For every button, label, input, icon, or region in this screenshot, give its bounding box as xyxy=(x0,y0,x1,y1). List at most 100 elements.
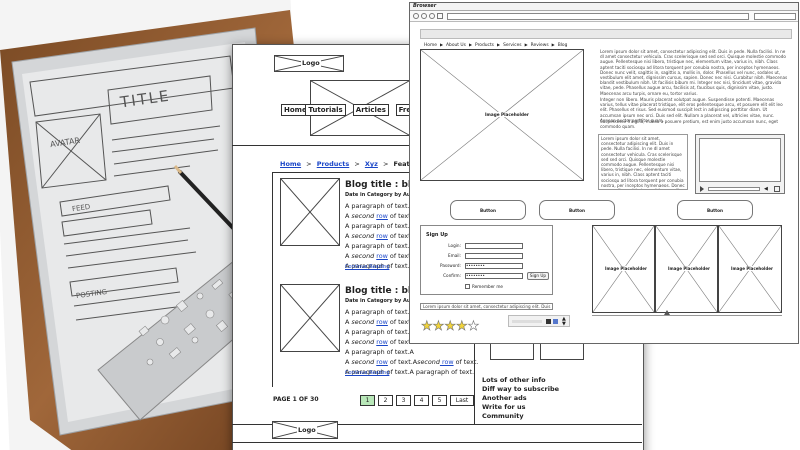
password-label: Password: xyxy=(440,263,461,268)
inline-link[interactable]: row xyxy=(376,252,388,260)
sidebar-item[interactable]: Lots of other info xyxy=(482,376,546,384)
star-rating[interactable]: ★★★★★ xyxy=(421,315,480,335)
nav-arrow-icon: ▶ xyxy=(496,42,501,47)
sidebar-item[interactable]: Write for us xyxy=(482,403,526,411)
sidebar-divider xyxy=(474,344,475,424)
nav-arrow-icon: ▶ xyxy=(468,42,473,47)
star-icon[interactable]: ★ xyxy=(421,319,433,335)
inline-link[interactable]: row xyxy=(376,318,388,326)
post-paragraph-line: A paragraph of text.A xyxy=(345,348,414,356)
content-left-rule xyxy=(272,172,273,387)
logo-top: Logo xyxy=(274,55,344,72)
inline-link[interactable]: row xyxy=(376,232,388,240)
star-icon[interactable]: ★ xyxy=(444,319,456,335)
signup-submit-button[interactable]: Sign Up xyxy=(527,272,549,280)
dm-button-1[interactable]: Button xyxy=(450,200,526,220)
video-progress-bar[interactable] xyxy=(708,187,760,191)
back-icon[interactable] xyxy=(413,13,419,19)
gallery-image-2: Image Placeholder xyxy=(655,225,718,313)
breadcrumb-sep: > xyxy=(382,160,389,168)
star-icon[interactable]: ★ xyxy=(467,319,479,335)
site-nav-item[interactable]: About Us xyxy=(446,43,466,48)
continue-reading-link[interactable]: Continue Reading xyxy=(345,264,389,270)
sidebar-item[interactable]: Diff way to subscribe xyxy=(482,385,559,393)
login-input[interactable] xyxy=(465,243,523,249)
email-label: Email: xyxy=(447,253,461,258)
pagination-item[interactable]: 2 xyxy=(378,395,393,406)
site-nav-item[interactable]: Services xyxy=(503,43,522,48)
post-paragraph-line: A second row of text.A xyxy=(345,338,417,346)
content-rule xyxy=(272,172,412,173)
emphasis-text: second xyxy=(351,252,375,260)
address-bar[interactable] xyxy=(447,13,749,20)
breadcrumb: Home > Products > Xyz > Features xyxy=(280,160,426,168)
bottom-text-field[interactable]: Lorem ipsum dolor sit amet, consectetur … xyxy=(420,303,553,310)
star-icon[interactable]: ★ xyxy=(432,319,444,335)
pagination-current[interactable]: 1 xyxy=(360,395,375,406)
login-label: Login: xyxy=(448,243,461,248)
footer-bottom-rule xyxy=(232,442,642,443)
inline-link[interactable]: row xyxy=(376,212,388,220)
sidebar-thumb-2 xyxy=(540,344,584,360)
continue-reading-link[interactable]: Continue Reading xyxy=(345,370,389,376)
email-input[interactable] xyxy=(465,253,523,259)
nav-tab[interactable]: Tutorials xyxy=(305,104,346,116)
home-icon[interactable] xyxy=(437,13,443,19)
breadcrumb-home[interactable]: Home xyxy=(280,160,301,168)
browser-toolbar xyxy=(410,11,798,22)
fullscreen-icon[interactable] xyxy=(774,186,780,192)
hero-image-label: Image Placeholder xyxy=(485,112,529,117)
post-image-placeholder xyxy=(280,284,340,352)
logo-bottom: Logo xyxy=(272,421,338,439)
pagination-item[interactable]: Last xyxy=(450,395,474,406)
star-icon[interactable]: ★ xyxy=(456,319,468,335)
pagination-item[interactable]: 5 xyxy=(432,395,447,406)
inline-link[interactable]: row xyxy=(376,358,388,366)
paragraph-text: A paragraph of text.A xyxy=(345,308,414,316)
volume-icon[interactable]: ◀ xyxy=(764,186,768,192)
sidebar-item[interactable]: Another ads xyxy=(482,394,527,402)
widget-stepper-icon[interactable]: ▲ ▼ xyxy=(562,317,566,327)
site-nav-item[interactable]: Blog xyxy=(558,43,568,48)
post-paragraph-line: A paragraph of text.A xyxy=(345,202,414,210)
gallery-image-3: Image Placeholder xyxy=(718,225,782,313)
pagination-item[interactable]: 4 xyxy=(414,395,429,406)
confirm-input[interactable]: •••••••• xyxy=(465,273,523,279)
dm-button-2[interactable]: Button xyxy=(539,200,615,220)
inline-link[interactable]: row xyxy=(440,358,454,366)
emphasis-text: second xyxy=(351,232,375,240)
post-paragraph-line: A second row of text.A xyxy=(345,252,417,260)
site-nav-item[interactable]: Home xyxy=(424,43,437,48)
signup-form: Sign Up Login: Email: Password: ••••••••… xyxy=(420,225,553,295)
small-widget: ▲ ▼ xyxy=(508,315,570,327)
sidebar-item[interactable]: Community xyxy=(482,412,524,420)
gallery-image-3-label: Image Placeholder xyxy=(731,266,773,271)
inline-link[interactable]: row xyxy=(376,338,388,346)
breadcrumb-products[interactable]: Products xyxy=(317,160,350,168)
widget-slider[interactable] xyxy=(512,320,542,323)
forward-icon[interactable] xyxy=(421,13,427,19)
widget-icon-b[interactable] xyxy=(553,319,558,324)
video-screen xyxy=(699,138,781,182)
gallery-baseline xyxy=(592,315,782,316)
close-icon[interactable] xyxy=(429,13,435,19)
emphasis-text: second xyxy=(351,212,375,220)
search-input[interactable] xyxy=(754,13,796,20)
widget-icon-a[interactable] xyxy=(546,319,551,324)
pagination-item[interactable]: 3 xyxy=(396,395,411,406)
signup-title: Sign Up xyxy=(426,232,448,238)
paragraph-text: A paragraph of text.A xyxy=(345,328,414,336)
site-nav-item[interactable]: Reviews xyxy=(531,43,549,48)
header-rule xyxy=(232,145,412,146)
post-paragraph-line: A second row of text.Asecond row of text… xyxy=(345,358,478,366)
remember-checkbox[interactable] xyxy=(465,284,470,289)
breadcrumb-xyz[interactable]: Xyz xyxy=(365,160,378,168)
main-paragraph-3: Suspendisse fringilla, massa a posuere p… xyxy=(600,119,778,130)
play-icon[interactable] xyxy=(700,186,704,192)
password-input[interactable]: •••••••• xyxy=(465,263,523,269)
main-paragraph-1: Lorem ipsum dolor sit amet, consectetur … xyxy=(600,49,788,96)
nav-arrow-icon: ▶ xyxy=(524,42,528,47)
site-nav-item[interactable]: Products xyxy=(475,43,494,48)
dm-button-3[interactable]: Button xyxy=(677,200,753,220)
nav-tab[interactable]: Articles xyxy=(352,104,389,116)
